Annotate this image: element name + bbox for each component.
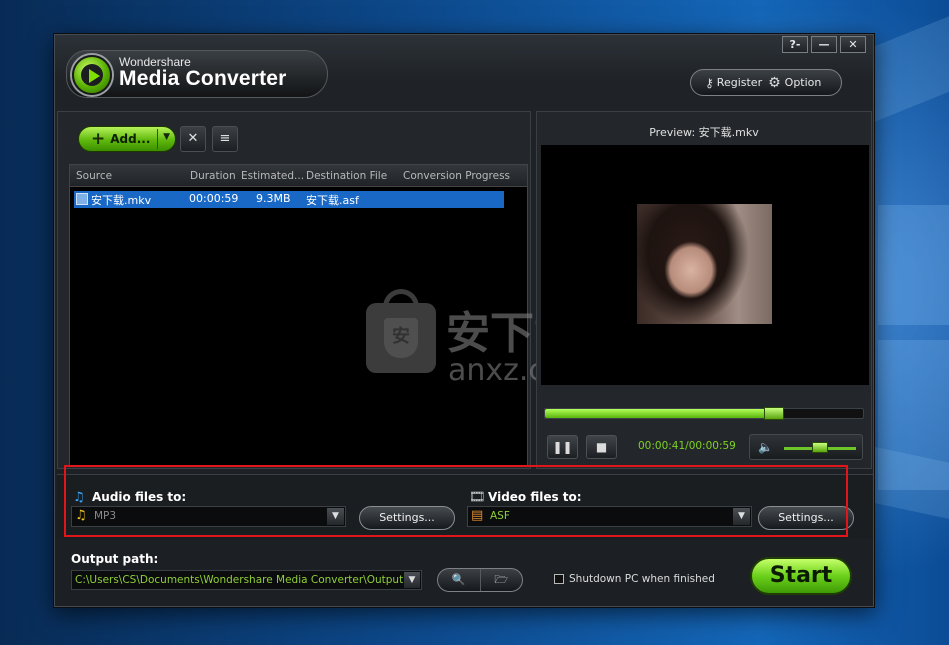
register-option-group: ⚷ Register ⚙ Option (690, 69, 842, 96)
preview-panel: Preview: 安下载.mkv ❚❚ ■ 00:00:41/00:00:59 … (536, 111, 872, 469)
speaker-icon[interactable]: 🔈 (758, 440, 773, 454)
output-path-value: C:\Users\CS\Documents\Wondershare Media … (75, 574, 404, 586)
preview-screen (541, 145, 869, 385)
search-icon: 🔍 (451, 573, 466, 586)
shutdown-checkbox[interactable]: Shutdown PC when finished (554, 573, 715, 585)
checkbox-icon[interactable] (554, 574, 564, 584)
open-folder-button[interactable]: 🗁 (481, 569, 523, 591)
product-name: Media Converter (119, 67, 287, 90)
stop-icon: ■ (595, 440, 608, 454)
preview-title: Preview: 安下载.mkv (649, 126, 759, 139)
column-destination[interactable]: Destination File (306, 170, 387, 182)
close-icon: ✕ (187, 131, 199, 146)
play-logo-icon (72, 55, 112, 95)
app-window: Wondershare Media Converter ?- — ✕ ⚷ Reg… (53, 33, 875, 608)
gear-icon: ⚙ (768, 74, 781, 91)
clear-list-icon: ≡ (219, 131, 231, 146)
add-files-button[interactable]: + Add... ▼ (78, 126, 176, 152)
stop-button[interactable]: ■ (586, 435, 617, 459)
shutdown-label: Shutdown PC when finished (569, 573, 715, 585)
annotation-highlight-box (64, 465, 848, 537)
video-file-icon (76, 193, 88, 205)
key-icon: ⚷ (705, 75, 714, 90)
row-duration: 00:00:59 (189, 192, 239, 205)
remove-file-button[interactable]: ✕ (180, 126, 206, 152)
volume-slider-handle[interactable] (812, 442, 828, 453)
shopping-bag-icon: 安 (366, 289, 436, 373)
close-button[interactable]: ✕ (840, 36, 866, 53)
option-button[interactable]: Option (785, 76, 822, 89)
pause-icon: ❚❚ (552, 440, 573, 454)
minimize-button[interactable]: — (811, 36, 837, 53)
row-estimated: 9.3MB (256, 192, 291, 205)
file-list-header: Source Duration Estimated... Destination… (70, 165, 527, 187)
clear-list-button[interactable]: ≡ (212, 126, 238, 152)
column-estimated[interactable]: Estimated... (241, 170, 304, 182)
watermark-mark: 安 (384, 318, 418, 358)
output-path-select[interactable]: C:\Users\CS\Documents\Wondershare Media … (71, 570, 422, 590)
window-controls: ?- — ✕ (782, 36, 866, 53)
column-source[interactable]: Source (76, 170, 112, 182)
playback-progress-fill (545, 409, 774, 418)
output-path-label: Output path: (71, 552, 159, 566)
column-duration[interactable]: Duration (190, 170, 236, 182)
pause-button[interactable]: ❚❚ (547, 435, 578, 459)
register-button[interactable]: Register (717, 76, 762, 89)
app-logo: Wondershare Media Converter (66, 50, 328, 98)
folder-open-icon: 🗁 (494, 573, 509, 586)
search-output-button[interactable]: 🔍 (438, 569, 481, 591)
playback-time: 00:00:41/00:00:59 (638, 440, 736, 452)
help-button[interactable]: ?- (782, 36, 808, 53)
add-label: Add... (110, 132, 151, 146)
table-row[interactable]: 安下载.mkv 00:00:59 9.3MB 安下载.asf (74, 191, 504, 208)
chevron-down-icon[interactable]: ▼ (404, 572, 420, 588)
playback-progress-bar[interactable] (544, 407, 864, 420)
column-progress[interactable]: Conversion Progress (403, 170, 510, 182)
row-destination: 安下载.asf (306, 194, 359, 207)
playback-progress-handle[interactable] (763, 407, 784, 420)
volume-control: 🔈 (749, 434, 863, 460)
chevron-down-icon[interactable]: ▼ (163, 132, 170, 142)
row-source: 安下载.mkv (91, 194, 152, 207)
video-frame (637, 204, 772, 324)
start-button[interactable]: Start (750, 557, 852, 595)
plus-icon: + (91, 129, 106, 149)
output-path-actions: 🔍 🗁 (437, 568, 523, 592)
